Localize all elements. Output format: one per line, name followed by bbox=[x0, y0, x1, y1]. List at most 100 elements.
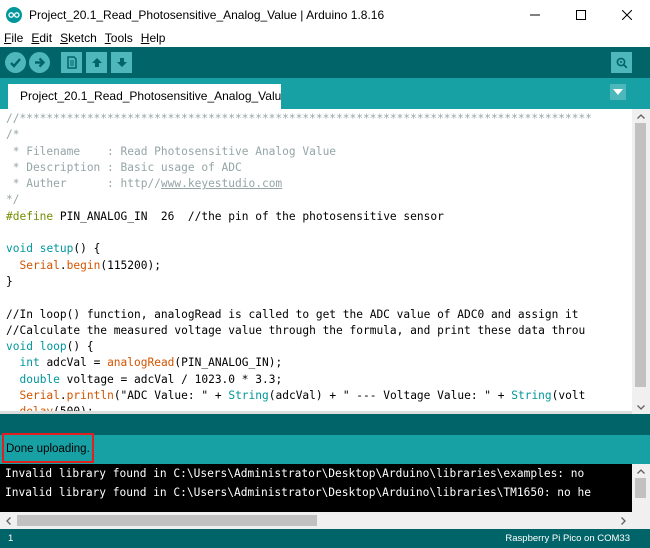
code-line: double voltage = adcVal / 1023.0 * 3.3; bbox=[6, 372, 632, 388]
close-icon bbox=[622, 10, 632, 20]
code-line: void loop() { bbox=[6, 339, 632, 355]
code-token: Serial bbox=[19, 258, 60, 272]
menu-tools[interactable]: Tools bbox=[105, 31, 133, 45]
save-sketch-button[interactable] bbox=[111, 52, 132, 73]
code-token: (volt bbox=[551, 389, 586, 403]
chevron-down-icon bbox=[613, 89, 623, 95]
upload-icon bbox=[35, 57, 46, 68]
console-line: Invalid library found in C:\Users\Admini… bbox=[5, 467, 585, 480]
footer-bar: 1 Raspberry Pi Pico on COM33 bbox=[0, 529, 650, 548]
code-token: begin bbox=[66, 258, 101, 272]
chevron-down-icon bbox=[637, 404, 645, 410]
code-token: * Description : Basic usage of ADC bbox=[6, 160, 242, 174]
editor-scroll-thumb[interactable] bbox=[635, 123, 646, 387]
code-line: Serial.println("ADC Value: " + String(ad… bbox=[6, 388, 632, 404]
chevron-up-icon bbox=[637, 113, 645, 119]
board-port-label: Raspberry Pi Pico on COM33 bbox=[505, 533, 630, 544]
tab-bar: Project_20.1_Read_Photosensitive_Analog_… bbox=[0, 78, 650, 109]
scroll-right-arrow[interactable] bbox=[615, 512, 632, 529]
scroll-up-arrow[interactable] bbox=[632, 109, 650, 123]
code-text: //**************************************… bbox=[0, 109, 632, 411]
maximize-icon bbox=[576, 10, 586, 20]
code-line: void setup() { bbox=[6, 241, 632, 257]
menu-bar: File Edit Sketch Tools Help bbox=[0, 30, 650, 46]
window-title: Project_20.1_Read_Photosensitive_Analog_… bbox=[29, 8, 385, 22]
code-line: /* bbox=[6, 127, 632, 143]
console-scroll-up-arrow[interactable] bbox=[632, 464, 650, 478]
code-token: void bbox=[6, 340, 33, 354]
upload-button[interactable] bbox=[29, 52, 50, 73]
menu-edit[interactable]: Edit bbox=[31, 31, 52, 45]
code-token: //Calculate the measured voltage value t… bbox=[6, 323, 586, 337]
code-line: #define PIN_ANALOG_IN 26 //the pin of th… bbox=[6, 209, 632, 225]
close-button[interactable] bbox=[604, 0, 650, 30]
open-icon bbox=[91, 58, 102, 67]
chevron-up-icon bbox=[637, 468, 645, 474]
console-scroll-thumb[interactable] bbox=[635, 478, 646, 498]
open-sketch-button[interactable] bbox=[86, 52, 107, 73]
code-token: (adcVal) + " --- Voltage Value: " + bbox=[268, 389, 512, 403]
scroll-left-arrow[interactable] bbox=[0, 512, 17, 529]
menu-file[interactable]: File bbox=[4, 31, 23, 45]
code-token: loop bbox=[39, 340, 67, 354]
code-token: int bbox=[19, 356, 40, 370]
arduino-logo-icon bbox=[6, 7, 22, 23]
editor-vertical-scrollbar[interactable] bbox=[632, 109, 650, 414]
menu-help[interactable]: Help bbox=[141, 31, 166, 45]
code-token: Serial bbox=[19, 389, 60, 403]
code-token: . bbox=[59, 258, 67, 272]
maximize-button[interactable] bbox=[558, 0, 604, 30]
console-vertical-scrollbar[interactable] bbox=[632, 464, 650, 512]
code-token: //In loop() function, analogRead is call… bbox=[6, 307, 579, 321]
code-line: //In loop() function, analogRead is call… bbox=[6, 307, 632, 323]
console-line: Invalid library found in C:\Users\Admini… bbox=[5, 486, 591, 499]
code-line: * Filename : Read Photosensitive Analog … bbox=[6, 144, 632, 160]
code-token: * Auther : http// bbox=[6, 177, 161, 191]
menu-sketch[interactable]: Sketch bbox=[60, 31, 97, 45]
verify-button[interactable] bbox=[5, 52, 26, 73]
code-token: #define bbox=[6, 209, 54, 223]
title-bar: Project_20.1_Read_Photosensitive_Analog_… bbox=[0, 0, 650, 30]
code-token: PIN_ANALOG_IN 26 //the pin of the photos… bbox=[53, 209, 444, 223]
new-sketch-button[interactable] bbox=[61, 52, 82, 73]
code-token: String bbox=[228, 389, 269, 403]
code-token: (PIN_ANALOG_IN); bbox=[174, 356, 283, 370]
save-icon bbox=[116, 58, 127, 67]
code-token: //**************************************… bbox=[6, 112, 592, 125]
code-token: analogRead bbox=[107, 356, 175, 370]
code-line: * Auther : http//www.keyestudio.com bbox=[6, 176, 632, 192]
code-token: () { bbox=[73, 242, 101, 256]
code-token: println bbox=[66, 389, 114, 403]
serial-monitor-icon bbox=[616, 57, 628, 69]
code-line: //Calculate the measured voltage value t… bbox=[6, 323, 632, 339]
code-editor[interactable]: //**************************************… bbox=[0, 109, 632, 411]
new-icon bbox=[66, 56, 77, 69]
verify-icon bbox=[10, 58, 21, 68]
code-token: . bbox=[59, 389, 67, 403]
code-token: String bbox=[511, 389, 552, 403]
horizontal-scroll-thumb[interactable] bbox=[17, 515, 317, 526]
line-number: 1 bbox=[8, 533, 14, 544]
console-output[interactable]: Invalid library found in C:\Users\Admini… bbox=[0, 464, 632, 512]
window-controls bbox=[512, 0, 650, 30]
scroll-down-arrow[interactable] bbox=[632, 400, 650, 414]
console-horizontal-scrollbar[interactable] bbox=[0, 512, 650, 529]
tab-sketch[interactable]: Project_20.1_Read_Photosensitive_Analog_… bbox=[8, 84, 281, 109]
code-token: /* bbox=[6, 128, 20, 142]
minimize-icon bbox=[530, 14, 540, 16]
code-token: voltage = adcVal / 1023.0 * 3.3; bbox=[59, 372, 283, 386]
editor-console-divider[interactable] bbox=[0, 414, 650, 435]
toolbar bbox=[0, 47, 650, 78]
serial-monitor-button[interactable] bbox=[611, 52, 632, 73]
code-token: (115200); bbox=[100, 258, 161, 272]
minimize-button[interactable] bbox=[512, 0, 558, 30]
tab-menu-button[interactable] bbox=[610, 84, 626, 100]
highlight-box bbox=[2, 433, 94, 463]
